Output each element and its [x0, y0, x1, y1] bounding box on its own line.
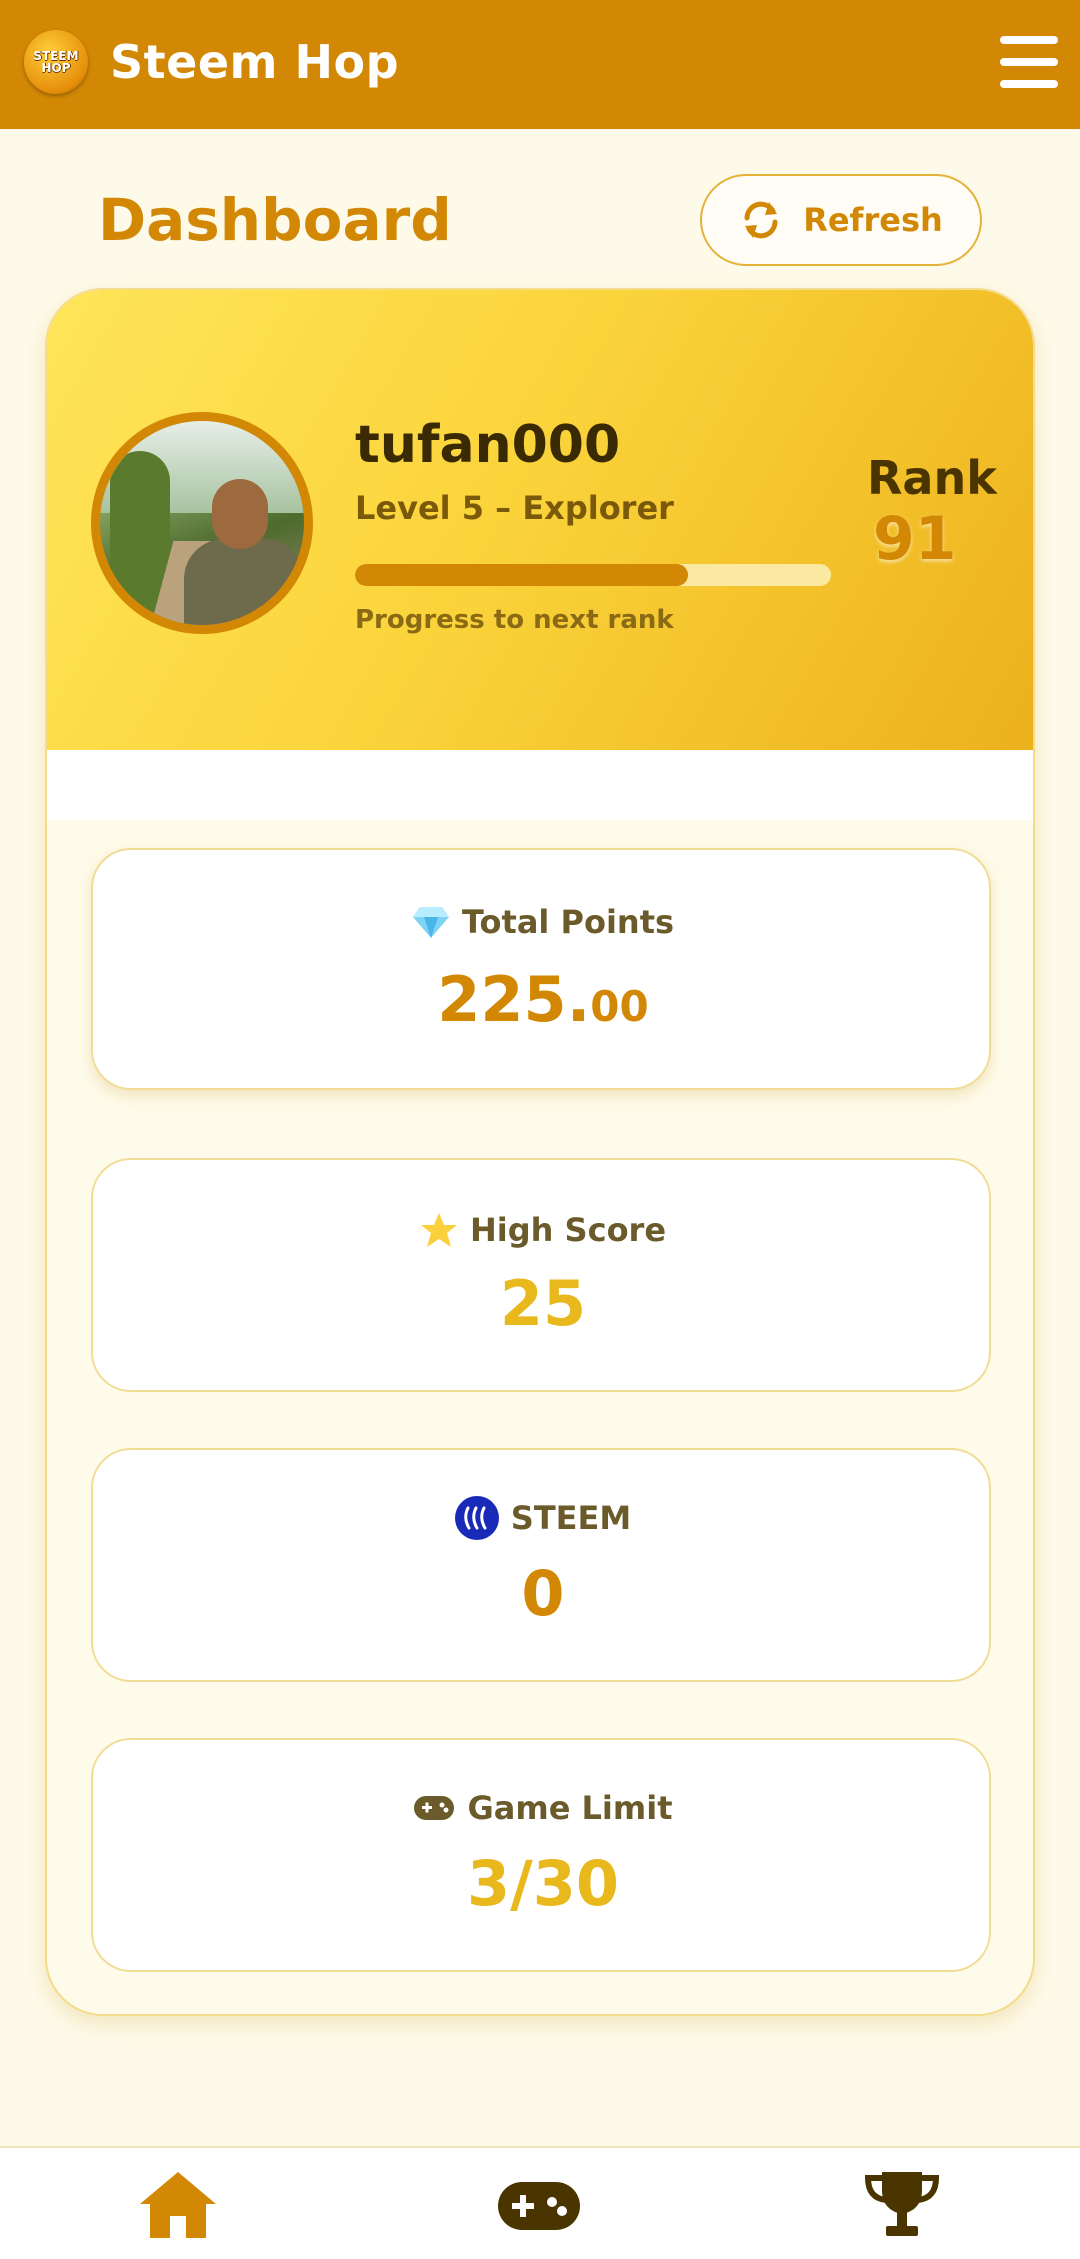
hamburger-menu-icon[interactable] [1000, 36, 1058, 88]
rank-label: Rank [867, 451, 997, 505]
total-points-dec: 00 [590, 982, 649, 1031]
rank-progress-bar [355, 564, 831, 586]
gamepad-icon [414, 1796, 455, 1820]
dashboard-card: tufan000 Level 5 – Explorer Progress to … [45, 288, 1035, 2016]
game-limit-card: Game Limit 3/30 [91, 1738, 991, 1972]
profile-divider-band [47, 750, 1033, 820]
steem-card: STEEM 0 [91, 1448, 991, 1682]
gem-icon [412, 907, 449, 938]
profile-section: tufan000 Level 5 – Explorer Progress to … [47, 290, 1033, 750]
total-points-label: Total Points [461, 903, 675, 941]
username: tufan000 [355, 415, 621, 475]
app-logo[interactable]: STEEM HOP [24, 30, 88, 94]
nav-home[interactable] [138, 2168, 218, 2242]
total-points-card: Total Points 225.00 [91, 848, 991, 1090]
steem-logo-icon [454, 1496, 499, 1540]
rank-progress-fill [355, 564, 689, 586]
high-score-card: High Score 25 [91, 1158, 991, 1392]
logo-text: STEEM HOP [33, 49, 79, 75]
steem-label: STEEM [510, 1499, 632, 1537]
app-title: Steem Hop [110, 35, 399, 89]
refresh-icon [744, 201, 778, 239]
high-score-header: High Score [93, 1208, 993, 1252]
page-title: Dashboard [98, 186, 452, 254]
total-points-int: 225. [437, 963, 591, 1036]
star-icon [420, 1213, 457, 1247]
top-app-bar: STEEM HOP Steem Hop [0, 0, 1080, 129]
refresh-label: Refresh [803, 201, 943, 239]
game-limit-header: Game Limit [93, 1786, 993, 1830]
nav-game[interactable] [496, 2168, 582, 2242]
home-icon [140, 2172, 216, 2238]
rank-value: 91 [873, 504, 957, 574]
total-points-header: Total Points [93, 900, 993, 944]
game-limit-value: 3/30 [466, 1847, 620, 1920]
steem-value: 0 [521, 1557, 565, 1630]
steem-header: STEEM [93, 1496, 993, 1540]
gamepad-icon [498, 2182, 580, 2230]
refresh-button[interactable]: Refresh [700, 174, 982, 266]
high-score-label: High Score [469, 1211, 667, 1249]
trophy-icon [864, 2172, 940, 2236]
avatar[interactable] [91, 412, 313, 634]
level-text: Level 5 – Explorer [355, 489, 674, 527]
nav-leaderboard[interactable] [862, 2168, 942, 2242]
progress-label: Progress to next rank [355, 605, 674, 635]
high-score-value: 25 [499, 1267, 587, 1340]
total-points-value: 225.00 [93, 960, 993, 1040]
game-limit-label: Game Limit [467, 1789, 673, 1827]
bottom-navigation [0, 2146, 1080, 2259]
